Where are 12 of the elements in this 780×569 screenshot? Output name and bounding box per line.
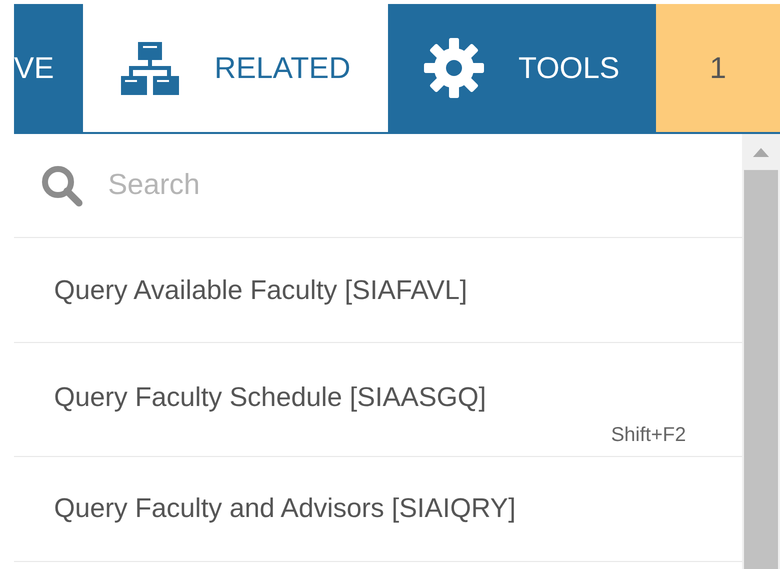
scrollbar[interactable] <box>742 134 780 569</box>
search-icon <box>40 164 84 208</box>
tab[interactable]: VE <box>14 4 83 132</box>
gear-icon <box>424 38 484 98</box>
scroll-up-icon[interactable] <box>753 148 769 156</box>
count-badge[interactable]: 1 <box>656 4 780 132</box>
menu-item-label: Query Faculty and Advisors [SIAIQRY] <box>54 492 517 526</box>
menu-item-label: Query Available Faculty [SIAFAVL] <box>54 274 468 307</box>
shortcut-hint: Shift+F2 <box>610 422 686 448</box>
search-field[interactable]: Search <box>108 164 608 208</box>
tab[interactable]: TOOLS <box>388 4 656 132</box>
menu-item-label: Query Faculty Schedule [SIAASGQ] <box>54 381 488 414</box>
